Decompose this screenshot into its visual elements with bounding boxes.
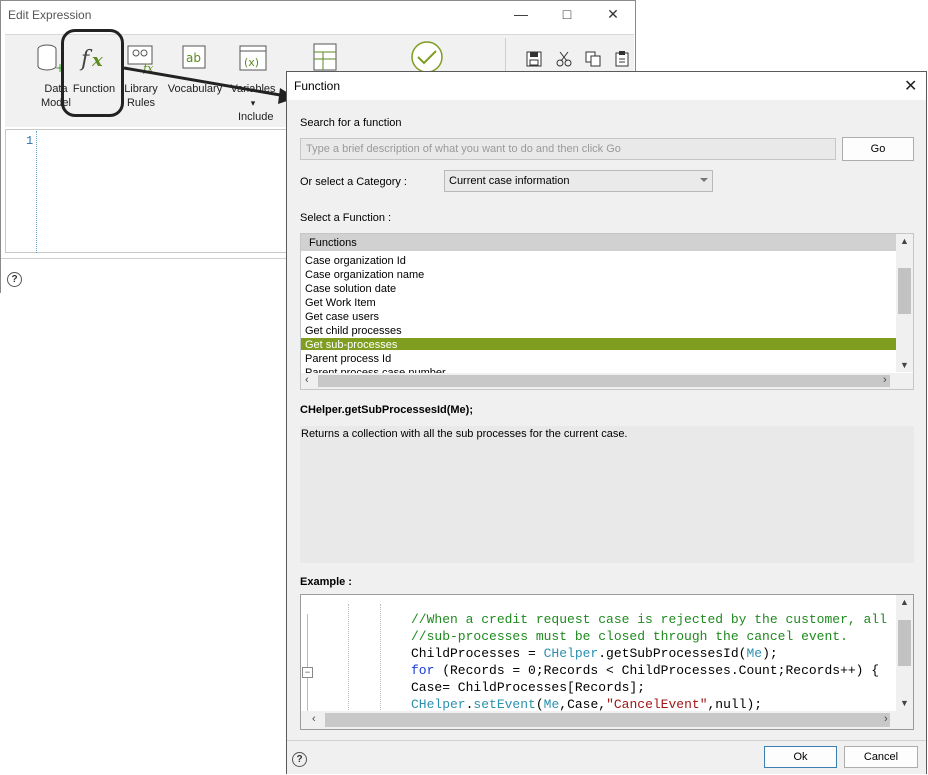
scroll-right-icon[interactable]: › [883,374,887,386]
scroll-right-icon[interactable]: › [884,713,888,725]
editor-gutter [36,131,37,253]
list-scroll-thumb[interactable] [898,268,911,314]
close-icon[interactable]: ✕ [598,2,628,26]
list-item[interactable]: Get child processes [305,325,402,337]
validate-check-icon [411,41,443,72]
list-header-label: Functions [309,237,357,249]
minimize-icon[interactable]: — [506,2,536,26]
code-line: //When a credit request case is rejected… [411,612,887,627]
list-hscroll-thumb[interactable] [318,375,890,387]
scroll-left-icon[interactable]: ‹ [312,713,316,725]
save-icon[interactable] [526,51,542,67]
paste-icon[interactable] [614,51,630,67]
include-group-label: Include [238,111,274,123]
description-box [300,426,914,563]
code-line: CHelper.setEvent(Me,Case,"CancelEvent",n… [411,697,763,712]
scroll-down-icon[interactable]: ▼ [900,360,909,370]
list-item[interactable]: Case organization Id [305,255,406,267]
example-label: Example : [300,576,352,588]
edit-window-title: Edit Expression [8,8,92,22]
code-scroll-thumb[interactable] [898,620,911,666]
function-signature: CHelper.getSubProcessesId(Me); [300,404,473,416]
code-line: //sub-processes must be closed through t… [411,629,848,644]
list-item[interactable]: Case organization name [305,269,424,281]
function-description: Returns a collection with all the sub pr… [301,428,628,440]
collapse-icon[interactable]: − [302,667,313,678]
code-guide-line [380,604,381,712]
code-line: ChildProcesses = CHelper.getSubProcesses… [411,646,778,661]
ok-button[interactable]: Ok [764,746,837,768]
function-highlight-frame [61,29,124,117]
list-item[interactable]: Get case users [305,311,379,323]
code-line: for (Records = 0;Records < ChildProcesse… [411,663,880,678]
fold-line [307,614,308,712]
category-value: Current case information [449,175,570,187]
cut-icon[interactable] [556,51,572,67]
help-icon[interactable]: ? [7,272,22,287]
list-item[interactable]: Parent process Id [305,353,391,365]
line-number: 1 [26,134,34,148]
go-button[interactable]: Go [842,137,914,161]
search-label: Search for a function [300,117,402,129]
category-label: Or select a Category : [300,176,407,188]
list-item[interactable]: Get Work Item [305,297,376,309]
table-icon [313,43,337,71]
copy-icon[interactable] [585,51,601,67]
select-function-label: Select a Function : [300,212,392,224]
maximize-icon[interactable]: □ [552,2,582,26]
help-icon[interactable]: ? [292,752,307,767]
function-dialog-title: Function [294,79,341,93]
dialog-close-icon[interactable]: ✕ [904,76,917,96]
cancel-button[interactable]: Cancel [844,746,918,768]
list-item[interactable]: Case solution date [305,283,396,295]
scroll-up-icon[interactable]: ▲ [900,597,909,607]
pointer-arrow [123,66,296,104]
code-line: Case= ChildProcesses[Records]; [411,680,646,695]
scroll-left-icon[interactable]: ‹ [305,374,309,386]
scroll-down-icon[interactable]: ▼ [900,698,909,708]
code-guide-line [348,604,349,712]
list-header [301,234,896,251]
code-hscroll-thumb[interactable] [325,713,890,727]
list-item-selected[interactable]: Get sub-processes [305,339,397,351]
function-dialog-titlebar [287,72,926,100]
scroll-up-icon[interactable]: ▲ [900,236,909,246]
search-input[interactable] [300,138,836,160]
chevron-down-icon [700,178,708,182]
